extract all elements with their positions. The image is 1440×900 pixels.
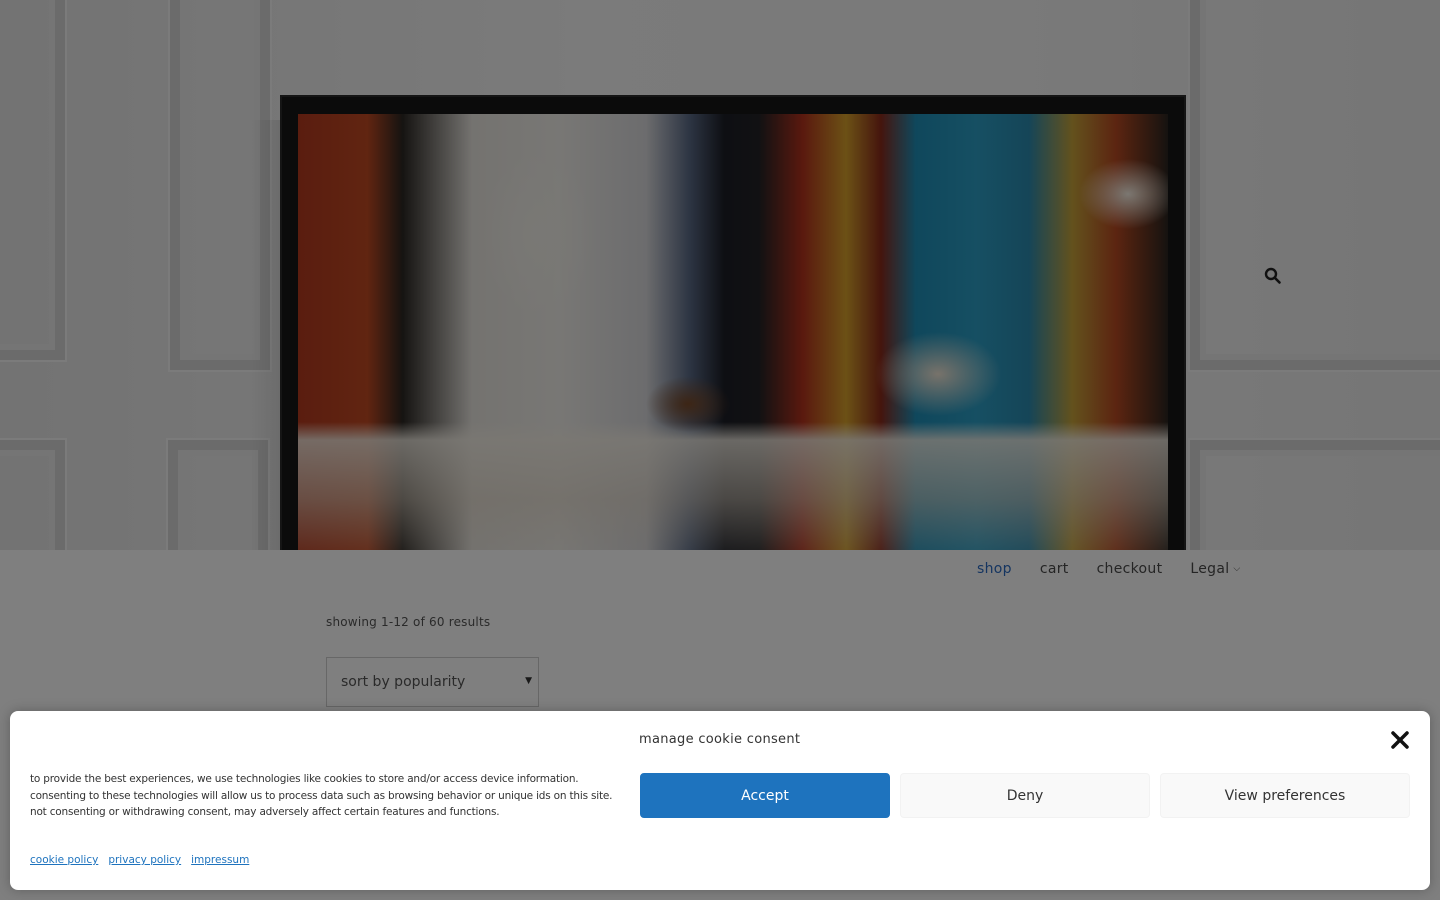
view-preferences-button[interactable]: View preferences	[1160, 773, 1410, 818]
close-icon[interactable]	[1388, 728, 1412, 752]
hero-section	[0, 0, 1440, 550]
cookie-consent-banner: manage cookie consent to provide the bes…	[10, 711, 1430, 890]
deny-button[interactable]: Deny	[900, 773, 1150, 818]
cookie-policy-link[interactable]: cookie policy	[30, 854, 98, 866]
privacy-policy-link[interactable]: privacy policy	[108, 854, 181, 866]
modal-overlay	[0, 0, 1440, 550]
cookie-description: to provide the best experiences, we use …	[30, 773, 613, 818]
cookie-banner-title: manage cookie consent	[639, 732, 801, 747]
accept-button[interactable]: Accept	[640, 773, 890, 818]
impressum-link[interactable]: impressum	[191, 854, 249, 866]
search-icon[interactable]	[1263, 266, 1283, 286]
cookie-links: cookie policy privacy policy impressum	[30, 854, 249, 866]
